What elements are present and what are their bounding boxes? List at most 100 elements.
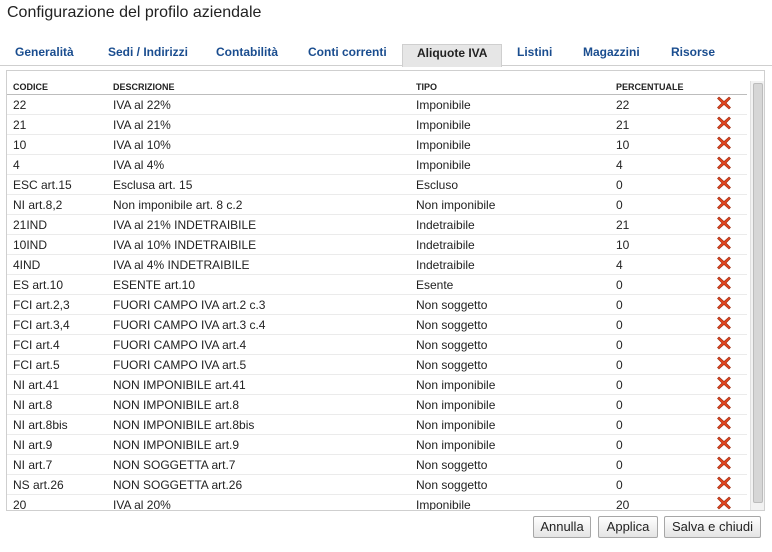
delete-x-icon[interactable] (716, 255, 732, 271)
cell-code: NI art.8bis (13, 418, 68, 432)
grid-rows: 22 IVA al 22% Imponibile 22 21 IVA al 21% Impo… (7, 95, 747, 511)
cell-code: NI art.9 (13, 438, 53, 452)
cell-description: FUORI CAMPO IVA art.4 (113, 338, 247, 352)
cell-percent: 10 (616, 238, 630, 252)
cancel-button[interactable]: Annulla (533, 516, 591, 538)
table-row[interactable]: NI art.7 NON SOGGETTA art.7 Non soggetto 0 (7, 455, 747, 475)
delete-x-icon[interactable] (716, 195, 732, 211)
cell-type: Non soggetto (416, 358, 488, 372)
cell-type: Imponibile (416, 98, 471, 112)
cell-percent: 0 (616, 338, 623, 352)
table-row[interactable]: NI art.8,2 Non imponibile art. 8 c.2 Non i… (7, 195, 747, 215)
table-row[interactable]: 21IND IVA al 21% INDETRAIBILE Indetraibile… (7, 215, 747, 235)
column-header-description[interactable]: DESCRIZIONE (113, 81, 175, 94)
cell-description: NON IMPONIBILE art.9 (113, 438, 240, 452)
delete-x-icon[interactable] (716, 235, 732, 251)
grid-header: CODICE DESCRIZIONE TIPO PERCENTUALE (7, 81, 747, 95)
tab-sedi-indirizzi[interactable]: Sedi / Indirizzi (108, 44, 188, 66)
cell-type: Non soggetto (416, 298, 488, 312)
cell-code: FCI art.3,4 (13, 318, 70, 332)
cell-description: IVA al 22% (113, 98, 171, 112)
delete-x-icon[interactable] (716, 95, 732, 111)
column-header-code[interactable]: CODICE (13, 81, 48, 94)
table-row[interactable]: FCI art.3,4 FUORI CAMPO IVA art.3 c.4 Non … (7, 315, 747, 335)
vertical-scrollbar[interactable] (750, 81, 764, 510)
cell-code: NS art.26 (13, 478, 64, 492)
cell-description: IVA al 4% (113, 158, 165, 172)
tab-conti-correnti[interactable]: Conti correnti (308, 44, 387, 66)
table-row[interactable]: NI art.41 NON IMPONIBILE art.41 Non imponi… (7, 375, 747, 395)
delete-x-icon[interactable] (716, 135, 732, 151)
table-row[interactable]: FCI art.4 FUORI CAMPO IVA art.4 Non sogget… (7, 335, 747, 355)
tab-risorse[interactable]: Risorse (671, 44, 715, 66)
cell-description: IVA al 4% INDETRAIBILE (113, 258, 250, 272)
tab-generalita[interactable]: Generalità (15, 44, 74, 66)
table-row[interactable]: NS art.26 NON SOGGETTA art.26 Non soggetto… (7, 475, 747, 495)
delete-x-icon[interactable] (716, 375, 732, 391)
cell-percent: 21 (616, 118, 630, 132)
cell-type: Non soggetto (416, 338, 488, 352)
cell-description: FUORI CAMPO IVA art.3 c.4 (113, 318, 266, 332)
delete-x-icon[interactable] (716, 115, 732, 131)
cell-percent: 10 (616, 138, 630, 152)
tab-listini[interactable]: Listini (517, 44, 552, 66)
delete-x-icon[interactable] (716, 215, 732, 231)
delete-x-icon[interactable] (716, 295, 732, 311)
cell-type: Esente (416, 278, 454, 292)
delete-x-icon[interactable] (716, 155, 732, 171)
cell-percent: 22 (616, 98, 630, 112)
cell-type: Indetraibile (416, 238, 475, 252)
cell-code: FCI art.2,3 (13, 298, 70, 312)
cell-percent: 0 (616, 378, 623, 392)
apply-button[interactable]: Applica (598, 516, 658, 538)
table-row[interactable]: FCI art.5 FUORI CAMPO IVA art.5 Non sogget… (7, 355, 747, 375)
delete-x-icon[interactable] (716, 395, 732, 411)
table-row[interactable]: 4 IVA al 4% Imponibile 4 (7, 155, 747, 175)
table-row[interactable]: 10 IVA al 10% Imponibile 10 (7, 135, 747, 155)
table-row[interactable]: 4IND IVA al 4% INDETRAIBILE Indetraibile 4 (7, 255, 747, 275)
table-row[interactable]: 22 IVA al 22% Imponibile 22 (7, 95, 747, 115)
table-row[interactable]: NI art.8 NON IMPONIBILE art.8 Non imponibi… (7, 395, 747, 415)
scrollbar-thumb[interactable] (753, 83, 763, 503)
delete-x-icon[interactable] (716, 335, 732, 351)
cell-description: IVA al 20% (113, 498, 171, 511)
delete-x-icon[interactable] (716, 275, 732, 291)
column-header-percent[interactable]: PERCENTUALE (616, 81, 684, 94)
delete-x-icon[interactable] (716, 315, 732, 331)
table-row[interactable]: ESC art.15 Esclusa art. 15 Escluso 0 (7, 175, 747, 195)
cell-percent: 0 (616, 398, 623, 412)
cell-percent: 0 (616, 198, 623, 212)
tab-magazzini[interactable]: Magazzini (583, 44, 640, 66)
cell-type: Non imponibile (416, 418, 496, 432)
cell-type: Non soggetto (416, 318, 488, 332)
cell-percent: 0 (616, 438, 623, 452)
tab-aliquote-iva[interactable]: Aliquote IVA (402, 44, 503, 67)
delete-x-icon[interactable] (716, 435, 732, 451)
column-header-type[interactable]: TIPO (416, 81, 437, 94)
cell-percent: 4 (616, 258, 623, 272)
delete-x-icon[interactable] (716, 455, 732, 471)
table-row[interactable]: 21 IVA al 21% Imponibile 21 (7, 115, 747, 135)
cell-code: NI art.8,2 (13, 198, 63, 212)
cell-code: FCI art.4 (13, 338, 60, 352)
delete-x-icon[interactable] (716, 475, 732, 491)
delete-x-icon[interactable] (716, 175, 732, 191)
cell-percent: 4 (616, 158, 623, 172)
cell-type: Imponibile (416, 158, 471, 172)
delete-x-icon[interactable] (716, 355, 732, 371)
table-row[interactable]: ES art.10 ESENTE art.10 Esente 0 (7, 275, 747, 295)
table-row[interactable]: FCI art.2,3 FUORI CAMPO IVA art.2 c.3 Non … (7, 295, 747, 315)
tab-contabilita[interactable]: Contabilità (216, 44, 278, 66)
cell-description: IVA al 21% INDETRAIBILE (113, 218, 257, 232)
cell-type: Imponibile (416, 118, 471, 132)
cell-percent: 0 (616, 478, 623, 492)
cell-percent: 0 (616, 298, 623, 312)
table-row[interactable]: NI art.9 NON IMPONIBILE art.9 Non imponibi… (7, 435, 747, 455)
cell-description: IVA al 10% INDETRAIBILE (113, 238, 257, 252)
table-row[interactable]: NI art.8bis NON IMPONIBILE art.8bis Non im… (7, 415, 747, 435)
table-row[interactable]: 20 IVA al 20% Imponibile 20 (7, 495, 747, 511)
delete-x-icon[interactable] (716, 495, 732, 510)
delete-x-icon[interactable] (716, 415, 732, 431)
save-close-button[interactable]: Salva e chiudi (664, 516, 761, 538)
table-row[interactable]: 10IND IVA al 10% INDETRAIBILE Indetraibile… (7, 235, 747, 255)
